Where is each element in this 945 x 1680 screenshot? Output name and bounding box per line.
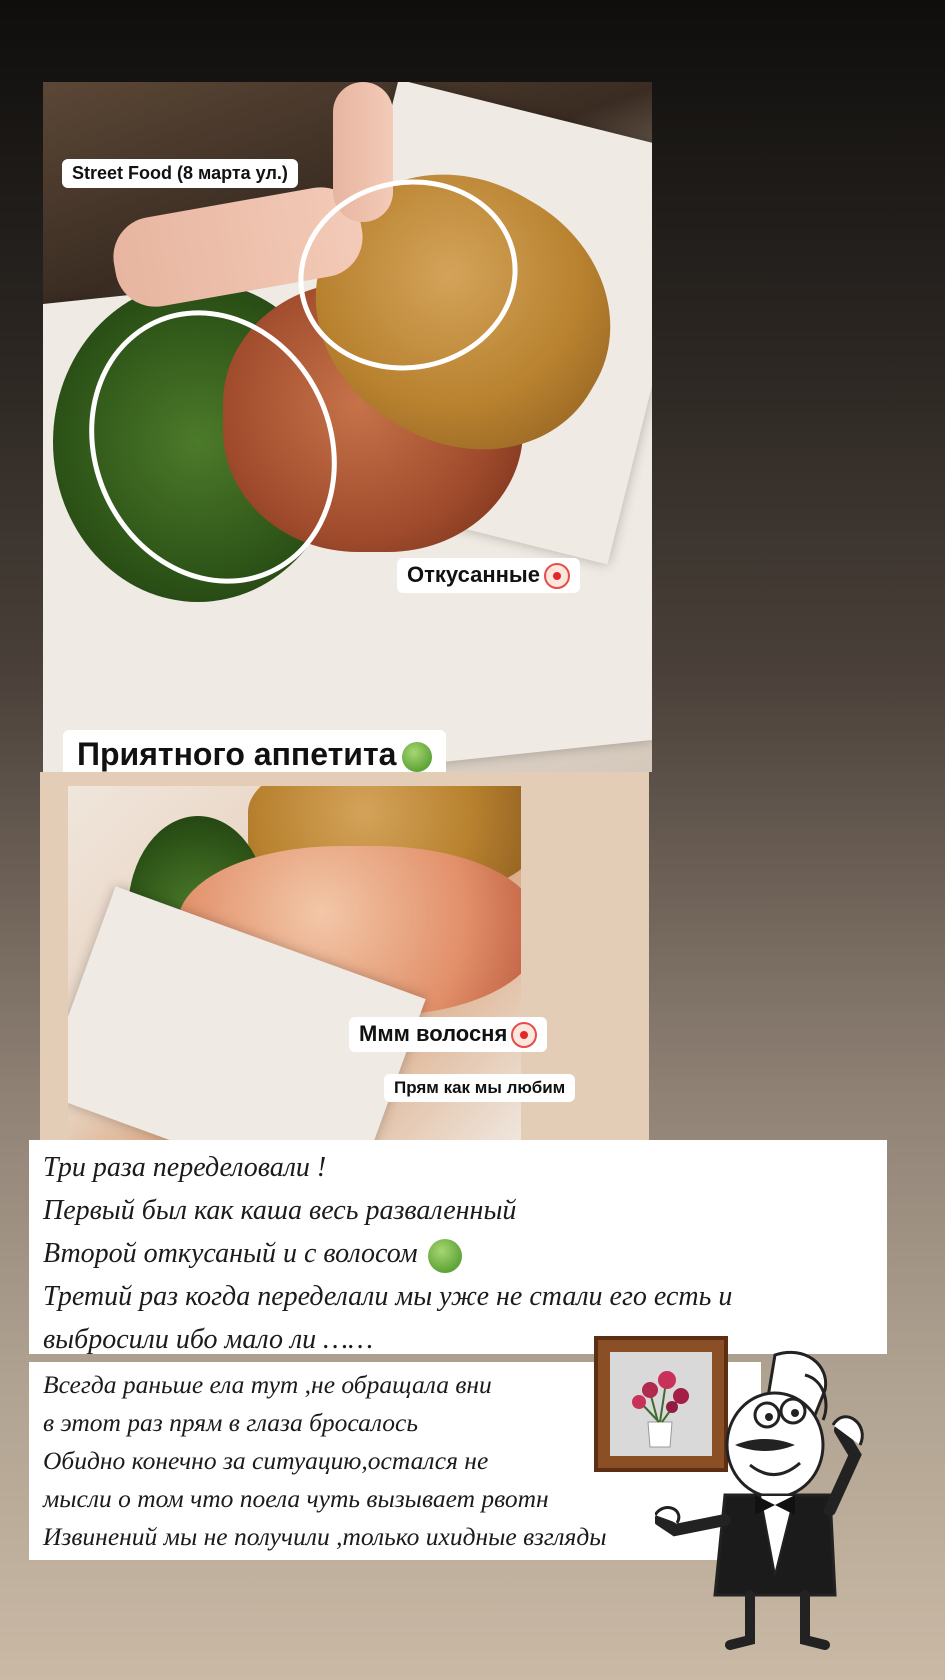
like-label: Прям как мы любим	[384, 1074, 576, 1102]
bitten-label-text: Откусанные	[407, 562, 540, 587]
hair-label: Ммм волосня	[349, 1017, 548, 1053]
nauseated-face-emoji-icon	[427, 1238, 462, 1273]
review-line: Первый был как каша весь разваленный	[43, 1195, 517, 1226]
review-text-block-1: Три раза переделовали ! Первый был как к…	[29, 1140, 887, 1355]
hair-label-text: Ммм волосня	[359, 1021, 508, 1046]
like-label-text: Прям как мы любим	[394, 1078, 566, 1097]
chef-waiter-icon	[655, 1350, 864, 1650]
nauseated-face-emoji-icon	[402, 741, 433, 772]
review-line-text: Второй откусаный и с волосом	[43, 1238, 418, 1269]
review-line: Второй откусаный и с волосом	[43, 1232, 873, 1275]
appetite-label-text: Приятного аппетита	[77, 736, 397, 772]
review-line: Третий раз когда переделали мы уже не ст…	[43, 1281, 733, 1312]
review-line: мысли о том что поела чуть вызывает рвот…	[43, 1484, 549, 1513]
review-line: Три раза переделовали !	[43, 1152, 327, 1183]
bitten-label: Откусанные	[397, 558, 580, 594]
clown-face-emoji-icon	[511, 1022, 538, 1049]
location-label: Street Food (8 марта ул.)	[62, 159, 298, 188]
location-label-text: Street Food (8 марта ул.)	[72, 163, 288, 183]
review-line: Извинений мы не получили ,только ихидные…	[43, 1522, 607, 1551]
clown-face-emoji-icon	[543, 563, 570, 590]
